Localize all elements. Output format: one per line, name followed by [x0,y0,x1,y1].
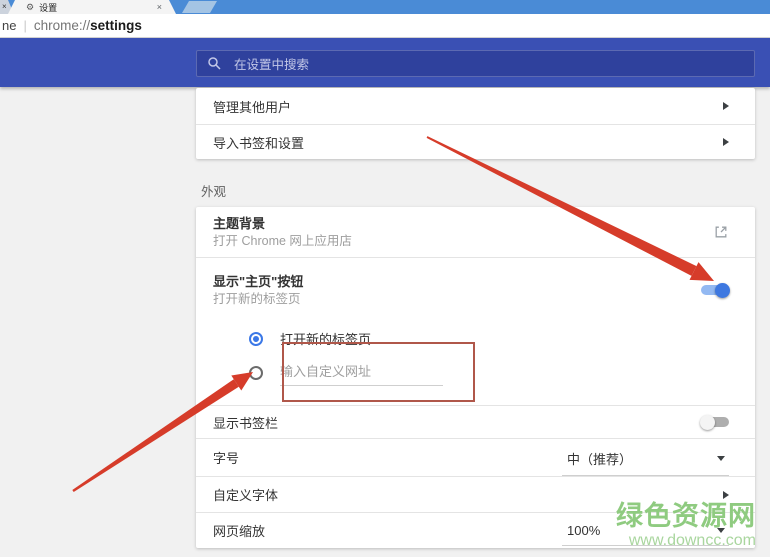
address-bar[interactable]: ne | chrome:// settings [0,14,770,38]
row-theme[interactable]: 主题背景 打开 Chrome 网上应用店 [196,207,755,257]
row-radio-custom-url: 输入自定义网址 [196,355,755,405]
theme-title: 主题背景 [213,215,352,233]
url-prefix-text: ne [2,18,16,33]
home-button-subtitle: 打开新的标签页 [213,291,303,308]
chevron-right-icon [723,491,729,499]
open-in-new-icon[interactable] [713,224,729,240]
tab-strip: × ⚙ 设置 × [0,0,770,14]
custom-url-input[interactable]: 输入自定义网址 [280,361,443,386]
theme-subtitle: 打开 Chrome 网上应用店 [213,233,352,250]
dropdown-arrow-icon [717,456,725,461]
url-separator: | [23,18,26,33]
row-bookmarks-bar: 显示书签栏 [196,405,755,438]
page-zoom-label: 网页缩放 [213,521,265,540]
section-title-appearance: 外观 [201,181,226,200]
custom-fonts-label: 自定义字体 [213,485,278,504]
new-tab-button[interactable] [182,1,217,13]
search-icon [207,56,222,71]
row-radio-new-tab: 打开新的标签页 [196,322,755,355]
bookmarks-bar-label: 显示书签栏 [213,413,278,432]
row-import-bookmarks[interactable]: 导入书签和设置 [196,124,755,159]
watermark: 绿色资源网 www.downcc.com [616,503,756,549]
font-size-label: 字号 [213,448,239,467]
watermark-title: 绿色资源网 [616,503,756,530]
watermark-url: www.downcc.com [616,533,756,549]
chrome-settings-window: × ⚙ 设置 × ne | chrome:// settings 在设置中搜索 … [0,0,770,557]
url-page: settings [90,18,142,33]
settings-header: 在设置中搜索 [0,38,770,87]
tab-close-icon[interactable]: × [157,0,162,14]
font-size-value: 中（推荐） [567,449,632,468]
gear-icon: ⚙ [26,0,34,14]
page-zoom-value: 100% [567,523,600,538]
home-button-title: 显示"主页"按钮 [213,273,303,291]
font-size-select[interactable]: 中（推荐） [562,449,729,476]
tab-title: 设置 [39,1,57,14]
tab-settings[interactable]: ⚙ 设置 × [8,0,176,14]
toggle-knob [700,415,715,430]
settings-card-appearance: 主题背景 打开 Chrome 网上应用店 显示"主页"按钮 打开新的标签页 打开… [196,207,755,548]
bookmarks-bar-toggle[interactable] [701,417,729,427]
chevron-right-icon [723,102,729,110]
radio-new-tab-label: 打开新的标签页 [280,329,371,348]
row-manage-users[interactable]: 管理其他用户 [196,88,755,124]
home-button-toggle[interactable] [701,285,729,295]
settings-search-input[interactable]: 在设置中搜索 [196,50,755,77]
row-font-size: 字号 中（推荐） [196,438,755,476]
chevron-right-icon [723,138,729,146]
radio-new-tab-page[interactable] [249,332,263,346]
import-bookmarks-label: 导入书签和设置 [213,133,304,152]
toggle-knob [715,283,730,298]
settings-card-people: 管理其他用户 导入书签和设置 [196,88,755,159]
radio-custom-url[interactable] [249,366,263,380]
partial-tab-close-icon[interactable]: × [2,2,7,11]
row-show-home-button: 显示"主页"按钮 打开新的标签页 [196,257,755,322]
url-scheme: chrome:// [34,18,90,33]
manage-users-label: 管理其他用户 [213,97,291,116]
search-placeholder: 在设置中搜索 [234,54,309,73]
